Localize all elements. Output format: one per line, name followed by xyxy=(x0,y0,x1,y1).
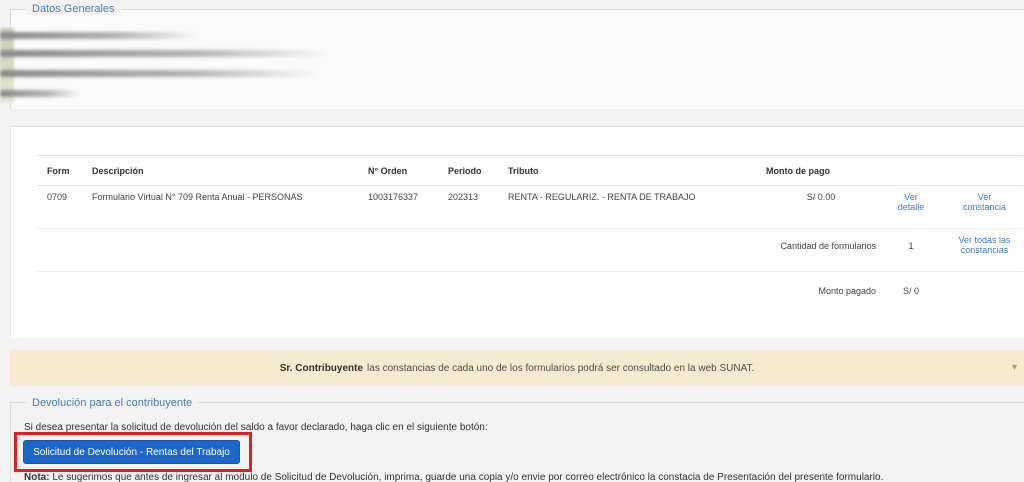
cell-tributo: RENTA - REGULARIZ. - RENTA DE TRABAJO xyxy=(498,185,756,229)
ver-todas-line1: Ver todas las xyxy=(958,235,1011,245)
ver-todas-constancias-link[interactable]: Ver todas las constancias xyxy=(946,235,1023,255)
cell-form: 0709 xyxy=(37,185,82,229)
monto-pagado-label: Monto pagado xyxy=(818,286,876,296)
col-form: Form xyxy=(37,155,82,186)
summary-row-monto: Monto pagado S/ 0 xyxy=(37,272,1023,314)
datos-generales-legend: Datos Generales xyxy=(26,3,121,15)
forms-table: Form Descripción N° Orden Periodo Tribut… xyxy=(37,155,1023,314)
cell-monto: S/ 0.00 xyxy=(756,185,876,229)
col-constancia xyxy=(936,155,1023,186)
summary-row-cantidad: Cantidad de formularios 1 Ver todas las … xyxy=(37,228,1023,272)
redacted-line xyxy=(0,50,330,57)
ver-constancia-line1: Ver xyxy=(977,192,992,202)
ver-todas-line2: constancias xyxy=(960,245,1009,255)
nota-body: Le sugerimos que antes de ingresar al mo… xyxy=(52,472,884,482)
cell-periodo: 202313 xyxy=(438,185,498,229)
redacted-line xyxy=(0,90,80,97)
ver-detalle-link[interactable]: Ver detalle xyxy=(886,192,936,212)
ver-detalle-line2: detalle xyxy=(897,202,925,212)
ver-detalle-line1: Ver xyxy=(904,192,918,202)
col-detalle xyxy=(876,155,936,186)
ver-constancia-link[interactable]: Ver constancia xyxy=(946,192,1023,212)
solicitud-devolucion-button[interactable]: Solicitud de Devolución - Rentas del Tra… xyxy=(23,440,240,464)
redacted-line xyxy=(0,70,320,77)
nota-label: Nota: xyxy=(24,472,50,482)
table-row: 0709 Formulario Virtual N° 709 Renta Anu… xyxy=(37,185,1023,229)
cantidad-label: Cantidad de formularios xyxy=(756,228,876,272)
col-descripcion: Descripción xyxy=(82,155,358,186)
cell-ver-detalle: Ver detalle xyxy=(876,185,936,229)
cell-ver-constancia: Ver constancia xyxy=(936,185,1023,229)
devolucion-legend: Devolución para el contribuyente xyxy=(26,397,199,409)
cell-orden: 1003176337 xyxy=(358,185,438,229)
table-header-row: Form Descripción N° Orden Periodo Tribut… xyxy=(37,155,1023,186)
col-tributo: Tributo xyxy=(498,155,756,186)
monto-pagado-value: S/ 0 xyxy=(902,286,919,296)
redacted-line xyxy=(0,32,200,39)
notice-text: las constancias de cada uno de los formu… xyxy=(367,362,755,374)
nota-text: Nota: Le sugerimos que antes de ingresar… xyxy=(24,472,883,482)
notice-bold: Sr. Contribuyente xyxy=(279,362,364,374)
forms-card: Form Descripción N° Orden Periodo Tribut… xyxy=(10,126,1024,338)
cell-descripcion: Formulario Virtual N° 709 Renta Anual - … xyxy=(82,185,358,229)
cantidad-value: 1 xyxy=(876,228,936,272)
chevron-down-icon[interactable]: ▾ xyxy=(1012,362,1022,373)
contribuyente-notice: Sr. Contribuyente las constancias de cad… xyxy=(10,350,1024,386)
ver-constancia-line2: constancia xyxy=(962,202,1007,212)
col-monto: Monto de pago xyxy=(756,155,876,186)
col-periodo: Periodo xyxy=(438,155,498,186)
col-orden: N° Orden xyxy=(358,155,438,186)
datos-generales-panel xyxy=(10,9,1024,109)
